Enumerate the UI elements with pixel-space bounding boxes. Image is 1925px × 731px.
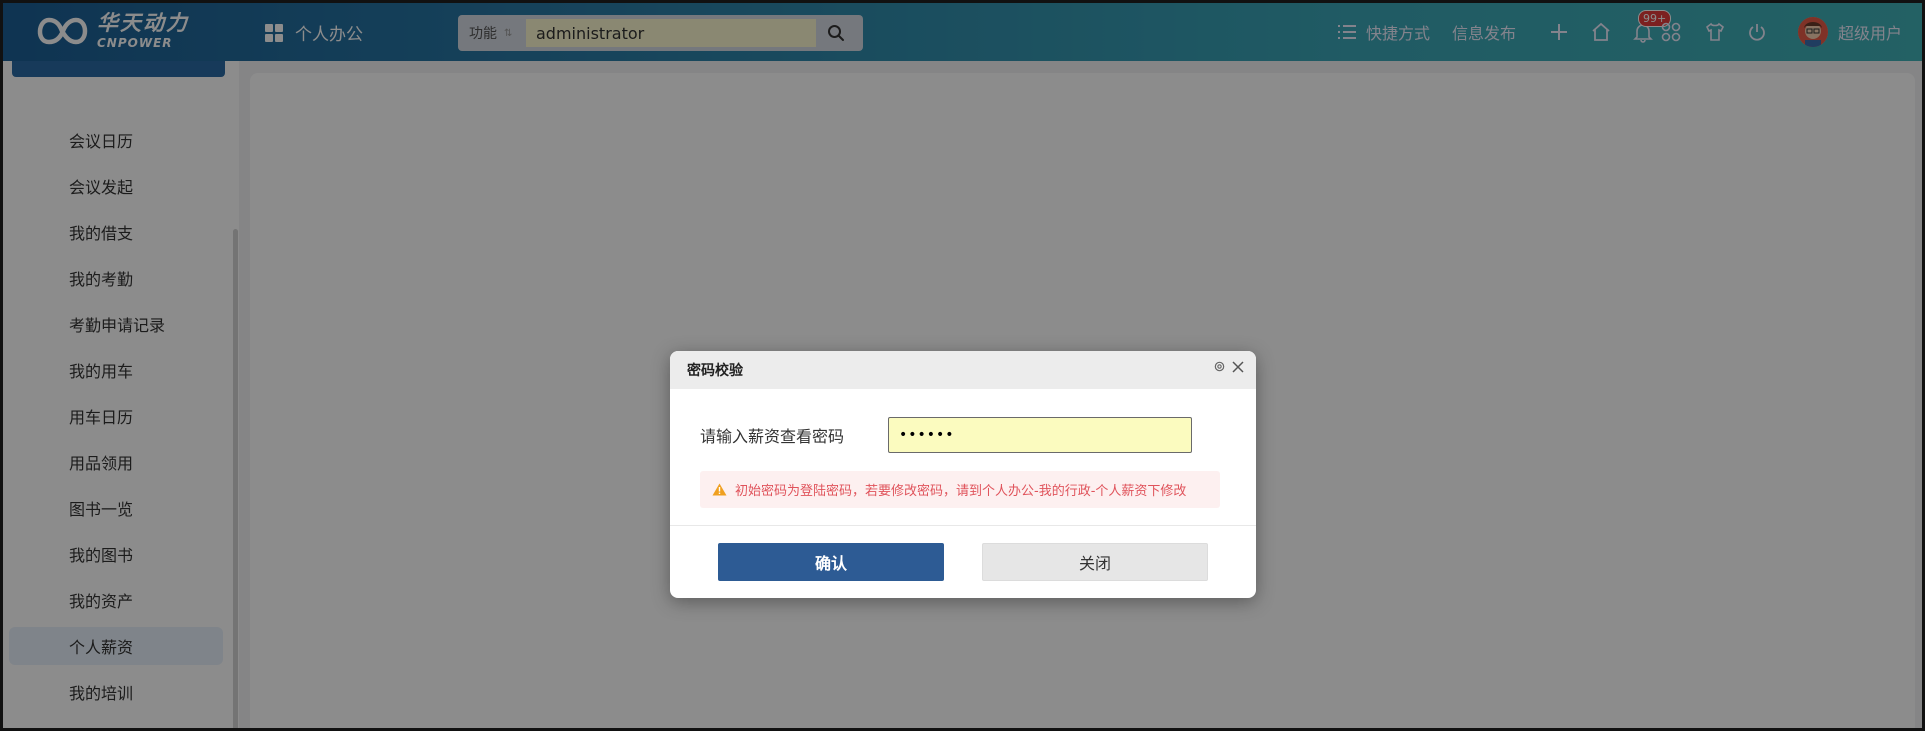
confirm-button[interactable]: 确认 <box>718 543 944 581</box>
dialog-footer: 确认 关闭 <box>670 543 1256 581</box>
gear-icon <box>1214 361 1225 372</box>
warning-message: 初始密码为登陆密码，若要修改密码，请到个人办公-我的行政-个人薪资下修改 <box>700 471 1220 508</box>
dialog-close-button[interactable] <box>1232 360 1244 373</box>
password-dialog: 密码校验 请输入薪资查看密码 •••••• 初始密码为登陆密码，若要修改密码，请… <box>670 351 1256 598</box>
close-button[interactable]: 关闭 <box>982 543 1208 581</box>
dialog-divider <box>670 525 1256 526</box>
password-input[interactable] <box>888 417 1192 453</box>
close-icon <box>1232 360 1244 373</box>
dialog-title: 密码校验 <box>687 363 743 379</box>
app-window: 华天动力 CNPOWER 个人办公 功能 ⇅ administrator 快捷方… <box>0 0 1925 731</box>
warning-icon <box>712 483 727 496</box>
password-field-label: 请输入薪资查看密码 <box>700 427 845 446</box>
dialog-header: 密码校验 <box>670 351 1256 389</box>
warning-text: 初始密码为登陆密码，若要修改密码，请到个人办公-我的行政-个人薪资下修改 <box>735 484 1187 499</box>
dialog-settings-button[interactable] <box>1213 360 1226 373</box>
